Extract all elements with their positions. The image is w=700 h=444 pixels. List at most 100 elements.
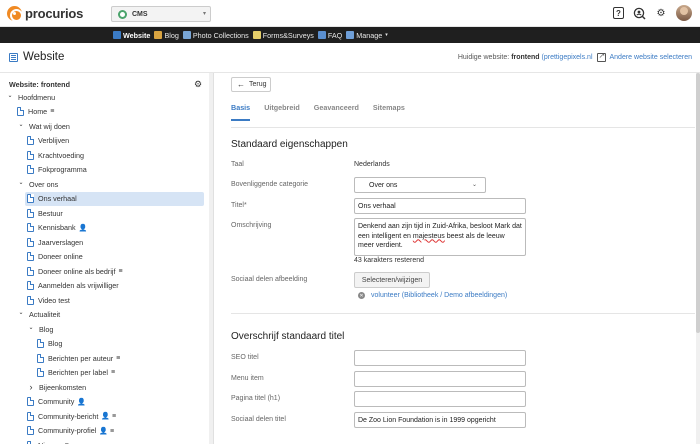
nav-item-website[interactable]: Website — [113, 31, 150, 40]
user-search-icon[interactable] — [632, 6, 646, 20]
chevron-down-icon[interactable]: ⌄ — [6, 92, 14, 99]
page-title-h1-label: Pagina titel (h1) — [231, 395, 281, 402]
tree-item[interactable]: ⌄ Blog — [27, 322, 53, 336]
nav-item-forms-surveys[interactable]: Forms&Surveys — [252, 30, 314, 40]
tree-item[interactable]: Jaarverslagen — [27, 235, 83, 249]
description-label: Omschrijving — [231, 222, 272, 229]
tab-geavanceerd[interactable]: Geavanceerd — [314, 103, 359, 121]
parent-category-select[interactable]: Over ons ⌄ — [354, 177, 486, 193]
tree-item[interactable]: Community-bericht 👤 ≡ — [27, 409, 116, 423]
tree-item[interactable]: Home ≡ — [17, 105, 54, 119]
nav-item-manage[interactable]: Manage ▾ — [346, 31, 388, 40]
menu-item-label: Menu item — [231, 375, 264, 382]
tree-item[interactable]: ⌄ Wat wij doen — [17, 119, 69, 133]
tree-item[interactable]: ⌄ Actualiteit — [17, 308, 60, 322]
tree-item[interactable]: ⌄ Hoofdmenu — [6, 90, 55, 104]
menu-item-input[interactable] — [354, 371, 526, 387]
page-title-h1-input[interactable] — [354, 391, 526, 407]
tree-item[interactable]: Aanmelden als vrijwilliger — [27, 279, 119, 293]
chevron-right-icon[interactable]: › — [27, 382, 35, 392]
tab-basis[interactable]: Basis — [231, 103, 251, 121]
tabs-divider — [231, 127, 695, 128]
gear-icon[interactable]: ⚙ — [654, 6, 668, 20]
external-link-icon[interactable] — [596, 51, 606, 62]
page-icon — [27, 223, 34, 232]
chevron-down-icon: ⌄ — [471, 182, 477, 188]
app-switcher-select[interactable]: CMS ▾ — [111, 6, 211, 22]
procurios-logo[interactable]: procurios — [7, 6, 83, 22]
tree-item[interactable]: Berichten per auteur ≡ — [37, 351, 120, 365]
list-icon: ≡ — [118, 267, 123, 275]
tree-item-label: Berichten per auteur — [48, 353, 114, 363]
tree-item[interactable]: Community 👤 — [27, 395, 86, 409]
tree-item[interactable]: › Bijeenkomsten — [27, 380, 87, 394]
page-icon — [27, 136, 34, 145]
tree-item-label: Doneer online als bedrijf — [38, 266, 116, 276]
tree-item[interactable]: Blog — [37, 337, 62, 351]
help-icon[interactable]: ? — [613, 7, 624, 19]
nav-item-faq[interactable]: FAQ — [317, 31, 342, 40]
nav-item-label: Forms&Surveys — [262, 30, 314, 40]
chevron-down-icon[interactable]: ⌄ — [27, 324, 35, 331]
tree-item-label: Verblijven — [38, 136, 70, 145]
main-scrollbar-thumb[interactable] — [696, 73, 700, 333]
gear-icon[interactable]: ⚙ — [194, 79, 202, 90]
current-website-domain-link[interactable]: (prettigepixels.nl — [542, 54, 593, 61]
description-textarea[interactable]: Denkend aan zijn tijd in Zuid-Afrika, be… — [354, 218, 526, 256]
tree-item[interactable]: Krachtvoeding — [27, 148, 84, 162]
procurios-logo-icon — [7, 6, 23, 22]
cms-icon — [118, 9, 127, 19]
module-nav-bar: Website Blog Photo Collections Forms&Survey… — [0, 27, 700, 43]
back-button[interactable]: ← Terug — [231, 77, 271, 92]
restricted-user-icon: 👤 — [77, 398, 87, 406]
tree-item[interactable]: Berichten per label ≡ — [37, 366, 115, 380]
social-image-link[interactable]: volunteer (Bibliotheek / Demo afbeelding… — [371, 292, 507, 299]
module-nav: Website Blog Photo Collections Forms&Survey… — [113, 27, 392, 43]
chevron-down-icon[interactable]: ⌄ — [17, 121, 25, 128]
tree-item[interactable]: Bestuur — [27, 206, 63, 220]
website-icon — [9, 53, 18, 62]
sidebar-scrollbar[interactable] — [209, 73, 213, 444]
remove-icon[interactable]: ✕ — [358, 292, 365, 299]
site-tree-heading: Website: frontend — [9, 80, 70, 89]
page-icon — [37, 339, 44, 348]
main-scrollbar[interactable] — [696, 73, 700, 444]
tree-item[interactable]: Ons verhaal — [25, 191, 204, 206]
user-avatar[interactable] — [676, 5, 692, 21]
tree-item[interactable]: Verblijven — [27, 134, 69, 148]
tree-item[interactable]: Doneer online als bedrijf ≡ — [27, 264, 123, 278]
tab-uitgebreid[interactable]: Uitgebreid — [264, 103, 300, 121]
tree-item[interactable]: Community-profiel 👤 ≡ — [27, 424, 114, 438]
tree-item-label: Bijeenkomsten — [39, 382, 87, 392]
select-other-website-link[interactable]: Andere website selecteren — [610, 54, 693, 61]
nav-item-photo-collections[interactable]: Photo Collections — [182, 30, 249, 40]
nav-module-icon — [182, 31, 191, 39]
page-icon — [27, 281, 34, 290]
description-misspelled-word: majesteus — [412, 232, 445, 240]
page-icon — [27, 295, 34, 305]
chevron-down-icon[interactable]: ⌄ — [17, 179, 25, 186]
language-label: Taal — [231, 161, 244, 168]
tree-item[interactable]: ⌄ Over ons — [17, 177, 58, 191]
social-title-input[interactable]: De Zoo Lion Foundation is in 1999 opgeri… — [354, 412, 526, 428]
chevron-down-icon[interactable]: ⌄ — [17, 309, 25, 316]
social-image-item: ✕ volunteer (Bibliotheek / Demo afbeeldi… — [358, 292, 507, 299]
tree-item[interactable]: Kennisbank 👤 — [27, 221, 87, 235]
seo-title-input[interactable] — [354, 350, 526, 366]
nav-item-blog[interactable]: Blog — [154, 31, 179, 40]
tree-item-label: Kennisbank — [38, 223, 76, 232]
page-icon — [27, 426, 34, 435]
tree-item[interactable]: Video test — [27, 293, 70, 307]
page-icon — [17, 107, 24, 116]
title-input[interactable]: Ons verhaal — [354, 198, 526, 214]
page-title: Website — [23, 51, 65, 63]
select-image-button[interactable]: Selecteren/wijzigen — [354, 272, 430, 288]
tree-item[interactable]: Nieuws≡ — [27, 438, 69, 444]
tree-item[interactable]: Fokprogramma — [27, 163, 87, 177]
nav-item-label: Photo Collections — [192, 30, 249, 40]
page-header: Website Huidige website: frontend (prett… — [0, 43, 700, 73]
page-icon — [27, 208, 34, 218]
tab-sitemaps[interactable]: Sitemaps — [373, 103, 405, 121]
nav-module-icon — [317, 31, 326, 39]
tree-item[interactable]: Doneer online — [27, 250, 83, 264]
